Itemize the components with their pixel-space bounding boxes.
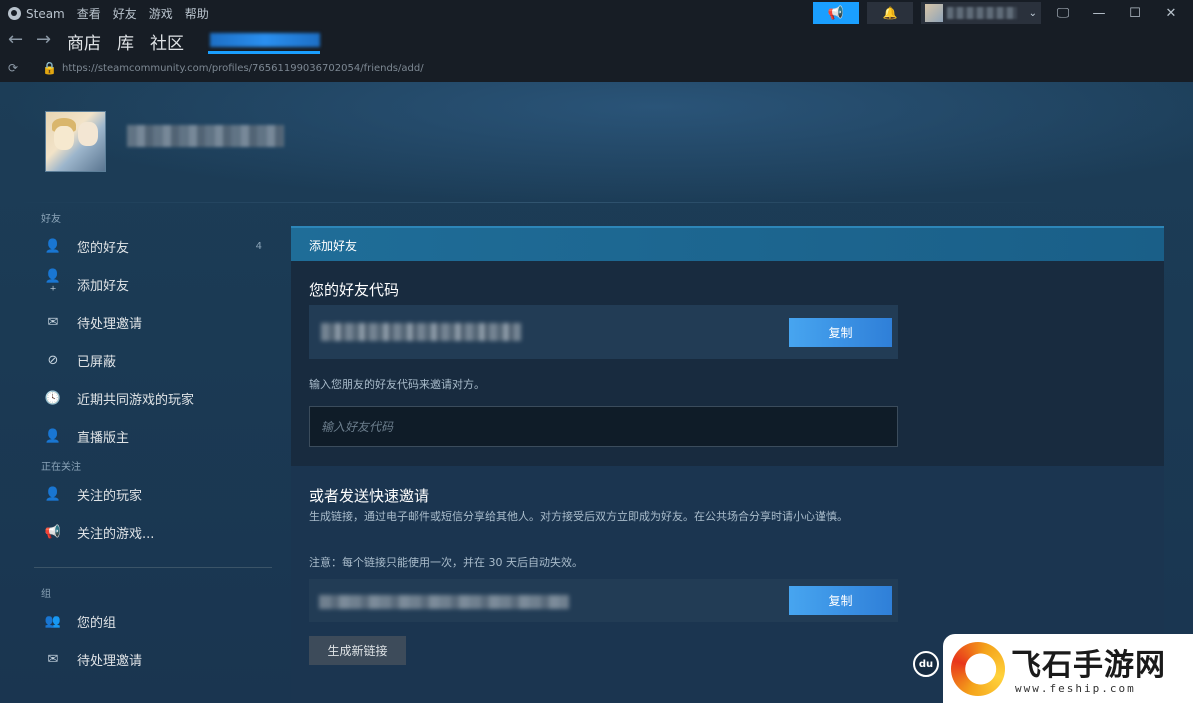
nav-links: 商店 库 社区 bbox=[67, 29, 184, 54]
top-menu: Steam 查看 好友 游戏 帮助 bbox=[8, 5, 209, 22]
friend-code-title: 您的好友代码 bbox=[309, 281, 400, 299]
sidebar-item-pending-invites[interactable]: ✉ 待处理邀请 bbox=[30, 303, 280, 341]
generate-link-button[interactable]: 生成新链接 bbox=[309, 636, 406, 665]
nav-bar: ← → 商店 库 社区 bbox=[0, 26, 1193, 56]
site-watermark: 飞石手游网 www.feship.com bbox=[943, 634, 1193, 703]
sidebar-item-label: 关注的游戏... bbox=[77, 526, 155, 542]
add-friend-panel: 添加好友 您的好友代码 复制 输入您朋友的好友代码来邀请对方。 或者发送快速邀请… bbox=[291, 226, 1164, 703]
copy-link-button[interactable]: 复制 bbox=[789, 586, 892, 615]
sidebar-item-recently-played-with[interactable]: 🕓 近期共同游戏的玩家 bbox=[30, 379, 280, 417]
forward-arrow-icon[interactable]: → bbox=[36, 29, 51, 50]
clock-icon: 🕓 bbox=[44, 390, 62, 406]
friend-code-row: 复制 bbox=[309, 305, 898, 359]
groups-header: 组 bbox=[41, 589, 51, 600]
nav-store[interactable]: 商店 bbox=[67, 29, 101, 54]
copy-code-button[interactable]: 复制 bbox=[789, 318, 892, 347]
watermark-title: 飞石手游网 bbox=[1011, 648, 1166, 683]
profile-divider bbox=[0, 202, 1080, 203]
avatar-face-left bbox=[54, 126, 74, 150]
account-name-redacted bbox=[947, 7, 1017, 19]
group-icon: 👥 bbox=[44, 613, 62, 629]
menu-friends[interactable]: 好友 bbox=[113, 5, 137, 22]
profile-name-redacted[interactable] bbox=[127, 125, 284, 147]
url-bar: ⟳ 🔒 https://steamcommunity.com/profiles/… bbox=[0, 56, 1193, 82]
account-menu-button[interactable]: ⌄ bbox=[921, 2, 1041, 24]
megaphone-icon: 📢 bbox=[44, 524, 62, 540]
following-header: 正在关注 bbox=[41, 462, 81, 473]
sidebar-item-followed-games[interactable]: 📢 关注的游戏... bbox=[30, 513, 280, 551]
quick-invite-title: 或者发送快速邀请 bbox=[309, 487, 430, 505]
friend-code-redacted bbox=[321, 323, 521, 341]
block-icon: ⊘ bbox=[47, 352, 59, 368]
refresh-icon[interactable]: ⟳ bbox=[8, 61, 18, 75]
avatar-face-right bbox=[78, 122, 98, 146]
feiship-logo-icon bbox=[951, 642, 1005, 696]
panel-header: 添加好友 bbox=[291, 226, 1164, 261]
profile-avatar[interactable] bbox=[45, 111, 106, 172]
sidebar: 好友 👤 您的好友 4 👤⁺ 添加好友 ✉ 待处理邀请 ⊘ 已屏蔽 🕓 近期共同… bbox=[30, 207, 280, 678]
maximize-icon[interactable]: ☐ bbox=[1121, 6, 1149, 21]
sidebar-item-label: 近期共同游戏的玩家 bbox=[77, 392, 195, 408]
quick-invite-description: 生成链接，通过电子邮件或短信分享给其他人。对方接受后双方立即成为好友。在公共场合… bbox=[309, 510, 848, 523]
invite-link-row: 复制 bbox=[309, 579, 898, 622]
sidebar-item-label: 您的组 bbox=[77, 615, 117, 631]
enter-code-hint: 输入您朋友的好友代码来邀请对方。 bbox=[309, 378, 485, 391]
friend-code-section: 您的好友代码 复制 输入您朋友的好友代码来邀请对方。 bbox=[291, 261, 1164, 466]
back-arrow-icon[interactable]: ← bbox=[8, 29, 23, 50]
nav-username-redacted[interactable] bbox=[210, 33, 320, 47]
menu-help[interactable]: 帮助 bbox=[185, 5, 209, 22]
steam-logo-icon bbox=[8, 7, 21, 20]
friends-header: 好友 bbox=[41, 214, 61, 225]
close-icon[interactable]: ✕ bbox=[1157, 6, 1185, 21]
sidebar-item-label: 待处理邀请 bbox=[77, 316, 143, 332]
sidebar-item-followed-players[interactable]: 👤 关注的玩家 bbox=[30, 475, 280, 513]
sidebar-item-add-friend[interactable]: 👤⁺ 添加好友 bbox=[30, 265, 280, 303]
megaphone-icon: 📢 bbox=[827, 5, 845, 21]
watermark-url: www.feship.com bbox=[1015, 682, 1136, 695]
sidebar-item-your-friends[interactable]: 👤 您的好友 4 bbox=[30, 227, 280, 265]
person-icon: 👤 bbox=[44, 238, 62, 254]
friend-code-input[interactable] bbox=[309, 406, 898, 447]
invite-link-redacted bbox=[319, 595, 569, 609]
announcements-button[interactable]: 📢 bbox=[813, 2, 859, 24]
sidebar-divider bbox=[34, 567, 272, 568]
lock-icon: 🔒 bbox=[42, 61, 57, 75]
steam-menu[interactable]: Steam bbox=[8, 7, 65, 21]
person-icon: 👤 bbox=[44, 428, 62, 444]
sidebar-item-label: 您的好友 bbox=[77, 240, 130, 256]
chevron-down-icon: ⌄ bbox=[1028, 7, 1037, 19]
sidebar-item-your-groups[interactable]: 👥 您的组 bbox=[30, 602, 280, 640]
mail-icon: ✉ bbox=[47, 651, 59, 667]
baidu-watermark-icon: du bbox=[913, 651, 939, 677]
sidebar-item-label: 关注的玩家 bbox=[77, 488, 143, 504]
link-expiry-note: 注意：每个链接只能使用一次，并在 30 天后自动失效。 bbox=[309, 556, 583, 569]
nav-library[interactable]: 库 bbox=[117, 29, 134, 54]
sidebar-item-label: 已屏蔽 bbox=[77, 354, 117, 370]
menu-games[interactable]: 游戏 bbox=[149, 5, 173, 22]
bell-icon: 🔔 bbox=[882, 6, 898, 20]
sidebar-item-label: 添加好友 bbox=[77, 278, 130, 294]
url-text[interactable]: https://steamcommunity.com/profiles/7656… bbox=[62, 63, 424, 74]
sidebar-item-label: 直播版主 bbox=[77, 430, 130, 446]
avatar bbox=[925, 4, 943, 22]
sidebar-item-label: 待处理邀请 bbox=[77, 653, 143, 669]
notifications-button[interactable]: 🔔 bbox=[867, 2, 913, 24]
mail-icon: ✉ bbox=[47, 314, 59, 330]
titlebar-controls: 📢 🔔 ⌄ 🖵 — ☐ ✕ bbox=[813, 2, 1185, 24]
panel-title: 添加好友 bbox=[309, 239, 358, 253]
big-picture-icon[interactable]: 🖵 bbox=[1049, 6, 1077, 21]
menu-view[interactable]: 查看 bbox=[77, 5, 101, 22]
minimize-icon[interactable]: — bbox=[1085, 6, 1113, 21]
sidebar-item-group-invites[interactable]: ✉ 待处理邀请 bbox=[30, 640, 280, 678]
follow-person-icon: 👤 bbox=[44, 486, 62, 502]
steam-label: Steam bbox=[26, 6, 65, 21]
friends-count: 4 bbox=[255, 240, 262, 252]
page-content: 好友 👤 您的好友 4 👤⁺ 添加好友 ✉ 待处理邀请 ⊘ 已屏蔽 🕓 近期共同… bbox=[0, 82, 1193, 703]
add-person-icon: 👤⁺ bbox=[44, 269, 62, 299]
nav-active-underline bbox=[208, 51, 320, 54]
sidebar-item-broadcast-moderators[interactable]: 👤 直播版主 bbox=[30, 417, 280, 455]
title-bar: Steam 查看 好友 游戏 帮助 📢 🔔 ⌄ 🖵 — ☐ ✕ bbox=[0, 0, 1193, 26]
sidebar-item-blocked[interactable]: ⊘ 已屏蔽 bbox=[30, 341, 280, 379]
nav-community[interactable]: 社区 bbox=[150, 29, 184, 54]
